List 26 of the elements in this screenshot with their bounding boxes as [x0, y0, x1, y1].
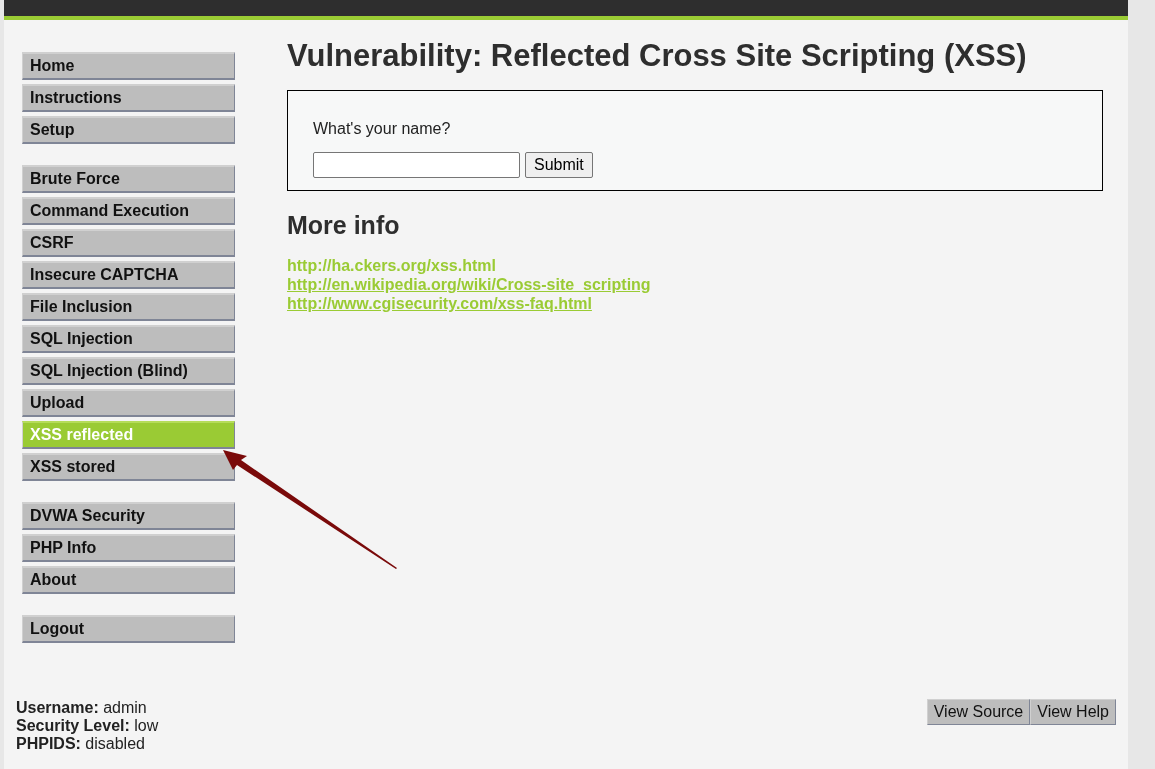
menu-item[interactable]: Brute Force [22, 165, 235, 193]
submit-button[interactable]: Submit [525, 152, 593, 178]
question-label: What's your name? [313, 120, 452, 138]
menu-item[interactable]: XSS stored [22, 453, 235, 481]
menu-item[interactable]: DVWA Security [22, 502, 235, 530]
menu-item[interactable]: Home [22, 52, 235, 80]
section-heading: More info [287, 211, 401, 240]
footer-button[interactable]: View Help [1030, 699, 1116, 725]
status-line: PHPIDS: disabled [16, 735, 146, 753]
menu-item[interactable]: CSRF [22, 229, 235, 257]
menu-item[interactable]: About [22, 566, 235, 594]
menu-item[interactable]: Instructions [22, 84, 235, 112]
menu-item[interactable]: PHP Info [22, 534, 235, 562]
menu-item[interactable]: Command Execution [22, 197, 235, 225]
menu-item[interactable]: Upload [22, 389, 235, 417]
name-input-field[interactable] [313, 152, 520, 178]
page-title: Vulnerability: Reflected Cross Site Scripting (XSS) [287, 38, 1028, 74]
status-line: Username: admin [16, 699, 148, 717]
menu-item[interactable]: SQL Injection [22, 325, 235, 353]
menu-item[interactable]: Insecure CAPTCHA [22, 261, 235, 289]
menu-item[interactable]: SQL Injection (Blind) [22, 357, 235, 385]
menu-item[interactable]: Setup [22, 116, 235, 144]
status-line: Security Level: low [16, 717, 159, 735]
menu-item[interactable]: Logout [22, 615, 235, 643]
footer-button[interactable]: View Source [926, 699, 1031, 725]
menu-item[interactable]: File Inclusion [22, 293, 235, 321]
